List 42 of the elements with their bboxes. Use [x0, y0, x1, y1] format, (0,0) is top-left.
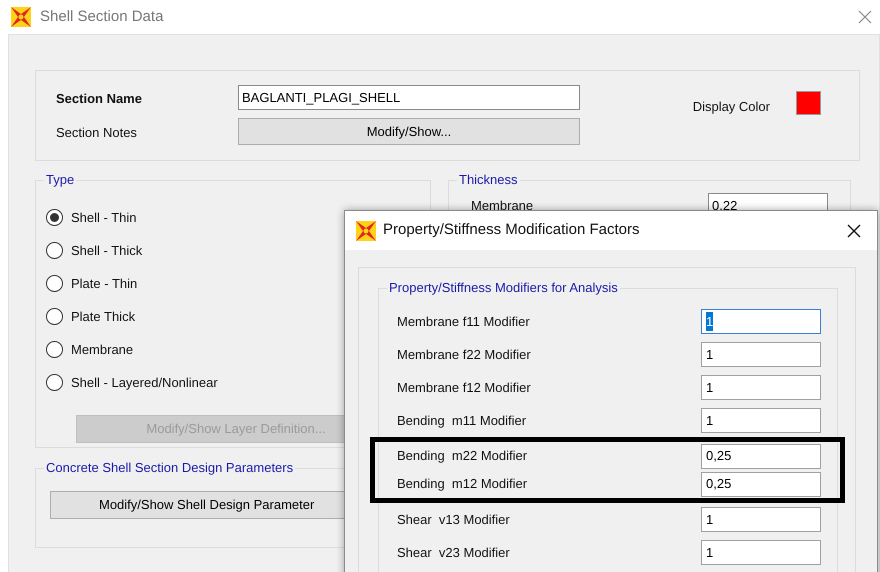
thickness-label: Membrane	[471, 196, 534, 215]
modify-show-button[interactable]: Modify/Show...	[238, 118, 580, 145]
radio-button[interactable]	[46, 242, 63, 259]
radio-label: Plate - Thin	[71, 274, 138, 293]
display-color-label: Display Color	[692, 98, 770, 116]
modifier-field[interactable]: 1	[701, 375, 821, 400]
modifier-label: Membrane f11 Modifier	[397, 312, 530, 331]
section-name-field[interactable]: BAGLANTI_PLAGI_SHELL	[238, 85, 580, 110]
section-notes-label: Section Notes	[56, 124, 138, 142]
window-title: Shell Section Data	[40, 6, 164, 27]
modifier-label: Bending m11 Modifier	[397, 412, 526, 430]
modifier-field[interactable]: 1	[701, 540, 821, 565]
radio-label: Shell - Thin	[71, 208, 137, 227]
group-title: Property/Stiffness Modifiers for Analysis	[387, 280, 620, 296]
radio-label: Membrane	[71, 340, 134, 359]
modifier-field[interactable]: 0,25	[701, 472, 821, 496]
radio-button[interactable]	[46, 275, 63, 292]
app-logo-icon	[10, 6, 32, 28]
radio-label: Shell - Layered/Nonlinear	[71, 374, 218, 392]
close-icon[interactable]	[847, 224, 861, 238]
radio-button[interactable]	[46, 308, 63, 325]
radio-button[interactable]	[46, 374, 63, 391]
app-logo-icon	[355, 220, 377, 242]
group-title: Concrete Shell Section Design Parameters	[44, 460, 296, 476]
radio-label: Shell - Thick	[71, 242, 142, 260]
modifier-label: Membrane f12 Modifier	[397, 378, 531, 397]
modifier-label: Shear v23 Modifier	[397, 544, 510, 562]
modifier-field[interactable]: 0,25	[701, 444, 821, 468]
section-name-label: Section Name	[56, 90, 143, 108]
modifier-label: Bending m22 Modifier	[397, 447, 528, 466]
modifier-field[interactable]: 1	[701, 309, 821, 334]
modifier-label: Bending m12 Modifier	[397, 475, 528, 494]
color-swatch[interactable]	[796, 91, 821, 115]
radio-label: Plate Thick	[71, 308, 136, 326]
radio-button[interactable]	[46, 341, 63, 358]
modifier-label: Membrane f22 Modifier	[397, 346, 531, 364]
group-title: Type	[44, 172, 76, 188]
modifier-field[interactable]: 1	[701, 507, 821, 532]
radio-button[interactable]	[46, 209, 63, 226]
dialog-title: Property/Stiffness Modification Factors	[383, 220, 640, 240]
modifier-field[interactable]: 1	[701, 342, 821, 367]
modifier-field[interactable]: 1	[701, 408, 821, 433]
